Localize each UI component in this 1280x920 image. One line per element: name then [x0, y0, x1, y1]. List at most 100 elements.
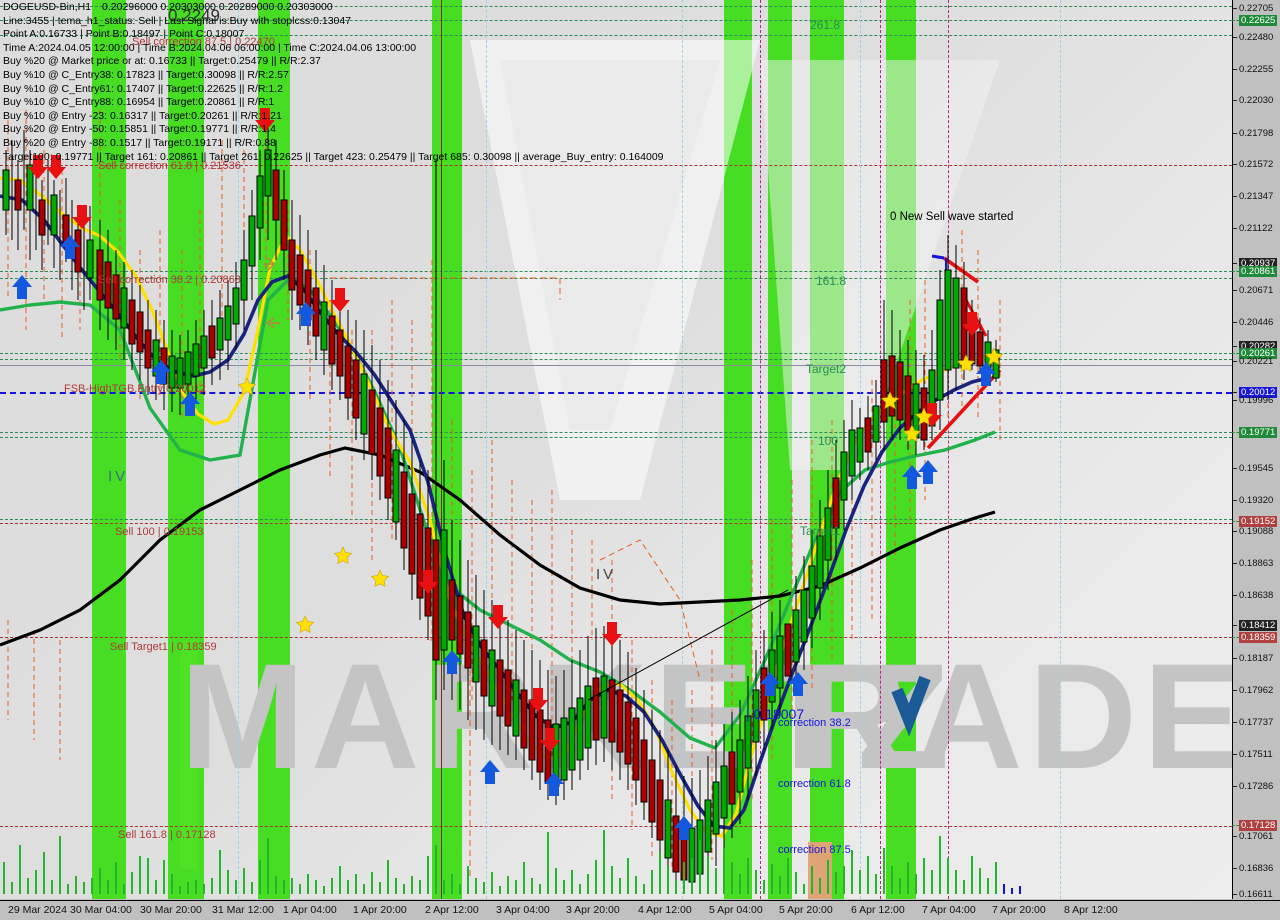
annotation-wave-iv: IV [108, 468, 129, 485]
price-tick: 0.18187 [1233, 653, 1280, 664]
annotation-sell-correction-38: Sell correction 38.2 | 0.20863 [98, 274, 241, 286]
tick-mark [1233, 100, 1237, 101]
price-tick-label: 0.17286 [1239, 781, 1274, 792]
level-line-20861 [0, 271, 1232, 272]
price-tick-label: 0.21347 [1239, 191, 1274, 202]
header-line-4: Buy %20 @ Market price or at: 0.16733 ||… [3, 55, 321, 68]
tick-mark [1233, 468, 1237, 469]
annotation-level-261-8: 261.8 [810, 18, 841, 32]
price-tick: 0.20861 [1232, 266, 1280, 277]
annotation-fsb-entry: FSB-HighTGB.Entry 0.20012 [64, 383, 206, 395]
annotation-level-100: 100 [818, 434, 839, 448]
annotation-correction-87: correction 87.5 [778, 844, 851, 856]
wave-marker-line [948, 0, 949, 899]
tick-mark [1233, 37, 1237, 38]
price-tick: 0.17737 [1233, 717, 1280, 728]
header-line-3: Time A:2024.04.05 12:00:00 | Time B:2024… [3, 41, 417, 54]
tick-mark [1232, 825, 1239, 827]
price-tick-label: 0.18187 [1239, 653, 1274, 664]
tick-mark [1232, 20, 1239, 22]
price-tick-label: 0.17128 [1239, 820, 1278, 831]
time-tick-label: 5 Apr 04:00 [709, 904, 763, 916]
price-tick-label: 0.20446 [1239, 317, 1274, 328]
header-line-5: Buy %10 @ C_Entry38: 0.17823 || Target:0… [3, 68, 289, 81]
tick-mark [1233, 164, 1237, 165]
time-tick-label: 6 Apr 12:00 [851, 904, 905, 916]
price-tick-label: 0.19545 [1239, 463, 1274, 474]
tick-mark [1233, 836, 1237, 837]
price-tick-label: 0.17737 [1239, 717, 1274, 728]
annotation-correction-38: correction 38.2 [778, 717, 851, 729]
signal-zone [768, 0, 792, 899]
tick-mark [1233, 595, 1237, 596]
price-tick: 0.16836 [1233, 863, 1280, 874]
header-line-11: Target100: 0.19771 || Target 161: 0.2086… [3, 150, 664, 163]
price-tick: 0.21122 [1233, 223, 1280, 234]
price-tick-label: 0.16611 [1239, 889, 1273, 900]
price-tick: 0.18412 [1233, 620, 1280, 631]
level-line-20261 [0, 353, 1232, 354]
chart-plot-area[interactable]: MARKETZ RADE Sell correction 87.5 | 0.22… [0, 0, 1233, 899]
annotation-level-161-8: 161.8 [816, 274, 847, 288]
price-tick: 0.21572 [1233, 159, 1280, 170]
trading-chart-window: MARKETZ RADE Sell correction 87.5 | 0.22… [0, 0, 1280, 920]
annotation-sell-161-8: Sell 161.8 | 0.17128 [118, 829, 216, 841]
level-line-target2 [0, 359, 1232, 360]
tick-mark [1233, 392, 1237, 393]
annotation-target1: Target1 [800, 524, 841, 538]
price-tick: 0.19771 [1232, 427, 1280, 438]
price-tick-label: 0.16836 [1239, 863, 1274, 874]
ohlc-values: 0.20296000 0.20303000 0.20289000 0.20303… [102, 1, 333, 13]
level-line-19771 [0, 432, 1232, 433]
time-tick-label: 7 Apr 20:00 [992, 904, 1046, 916]
price-tick-label: 0.17511 [1239, 749, 1273, 760]
tick-mark [1233, 400, 1237, 401]
price-tick: 0.17511 [1233, 749, 1280, 760]
tick-mark [1233, 531, 1237, 532]
time-axis[interactable]: 29 Mar 2024 30 Mar 04:00 30 Mar 20:00 31 Ma… [0, 900, 1280, 920]
level-line-100 [0, 437, 1232, 438]
header-line-7: Buy %10 @ C_Entry88: 0.16954 || Target:0… [3, 96, 275, 109]
price-tick-label: 0.18638 [1239, 590, 1274, 601]
time-tick-label: 1 Apr 20:00 [353, 904, 407, 916]
price-tick-label: 0.17962 [1239, 685, 1274, 696]
header-line-2: Point A:0.16733 | Point B:0.18497 | Poin… [3, 28, 245, 41]
time-tick-label: 29 Mar 2024 [8, 904, 67, 916]
price-tick: 0.18638 [1233, 590, 1280, 601]
annotation-sell-100: Sell 100 | 0.19153 [115, 526, 204, 538]
chart-info-header: DOGEUSD-Bin,H1 0.20296000 0.20303000 0.2… [3, 1, 664, 164]
annotation-correction-61: correction 61.8 [778, 778, 851, 790]
price-tick-label: 0.18359 [1239, 632, 1278, 643]
price-axis[interactable]: 0.22705 0.22625 0.22480 0.22255 0.22030 0.217… [1232, 0, 1280, 900]
price-tick: 0.17962 [1233, 685, 1280, 696]
price-tick-label: 0.20861 [1239, 266, 1278, 277]
annotation-sell-target1: Sell Target1 | 0.18359 [110, 641, 217, 653]
time-tick-label: 4 Apr 12:00 [638, 904, 692, 916]
tick-mark [1232, 353, 1239, 355]
header-line-6: Buy %10 @ C_Entry61: 0.17407 || Target:0… [3, 82, 283, 95]
wave-marker-line [880, 0, 881, 899]
price-tick: 0.21347 [1233, 191, 1280, 202]
annotation-new-sell-wave: 0 New Sell wave started [890, 211, 1014, 223]
price-tick: 0.20221 [1233, 356, 1280, 367]
time-tick-label: 1 Apr 04:00 [283, 904, 337, 916]
tick-mark [1233, 894, 1237, 895]
tick-mark [1232, 521, 1239, 523]
price-tick-label: 0.21122 [1239, 223, 1273, 234]
signal-zone [724, 0, 752, 899]
price-tick-label: 0.22030 [1239, 95, 1274, 106]
level-line-17128 [0, 826, 1232, 827]
tick-mark [1233, 322, 1237, 323]
time-tick-label: 30 Mar 04:00 [70, 904, 132, 916]
time-tick-label: 30 Mar 20:00 [140, 904, 202, 916]
tick-mark [1232, 637, 1239, 639]
price-tick-label: 0.21572 [1239, 159, 1274, 170]
price-tick: 0.19996 [1233, 395, 1280, 406]
price-tick-label: 0.22480 [1239, 32, 1274, 43]
tick-mark [1233, 228, 1237, 229]
time-marker-line [860, 0, 861, 899]
price-tick-label: 0.19996 [1239, 395, 1274, 406]
time-tick-label: 7 Apr 04:00 [922, 904, 976, 916]
price-tick-label: 0.18863 [1239, 558, 1274, 569]
tick-mark [1232, 432, 1239, 434]
